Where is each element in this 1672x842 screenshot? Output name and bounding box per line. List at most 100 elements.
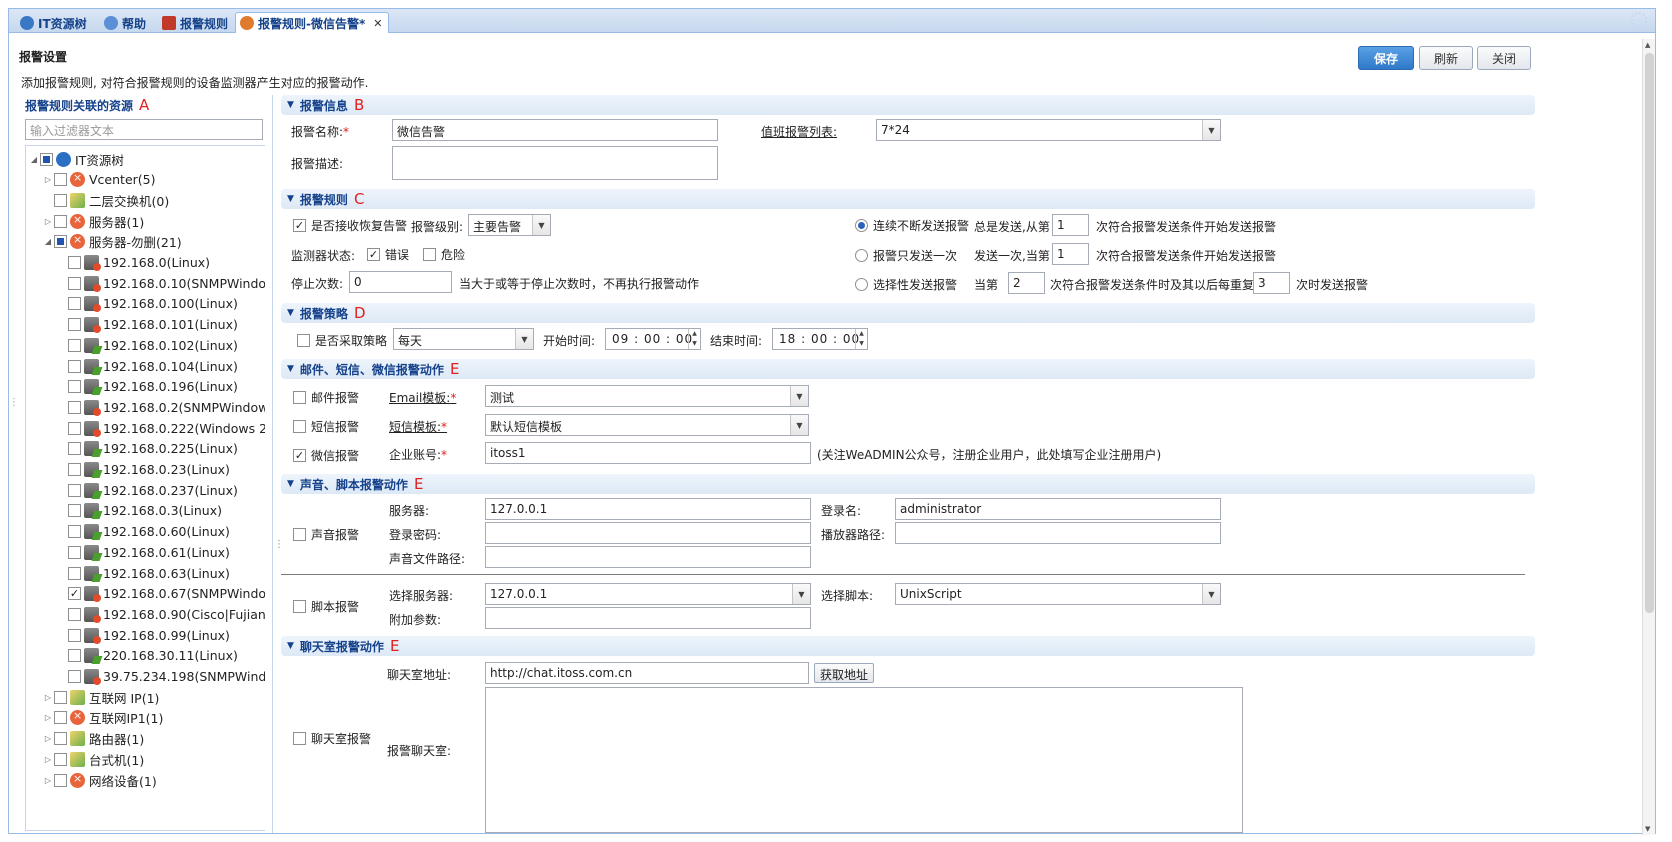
collapsed-triangle-icon[interactable]: ▷ [42, 175, 54, 184]
tree-checkbox[interactable] [68, 276, 81, 290]
sms-template-select[interactable]: 默认短信模板 ▼ [485, 414, 809, 436]
tree-checkbox[interactable] [40, 152, 53, 166]
tree-node[interactable]: 二层交换机(0) [42, 190, 169, 210]
radio-continuous[interactable]: 连续不断发送报警 [855, 217, 969, 234]
tree-checkbox[interactable] [68, 421, 81, 435]
tab-alarm-rules[interactable]: 报警规则 [157, 12, 235, 33]
tree-checkbox[interactable] [68, 256, 81, 269]
tree-node[interactable]: ▷ 台式机(1) [42, 749, 144, 769]
section-sound-script-actions[interactable]: ▼ 声音、脚本报警动作 E [281, 474, 1535, 494]
danger-state-checkbox[interactable]: 危险 [423, 246, 465, 263]
radio-selective[interactable]: 选择性发送报警 [855, 276, 957, 293]
use-strategy-checkbox[interactable]: 是否采取策略 [297, 332, 387, 349]
sound-file-input[interactable] [485, 546, 811, 568]
tree-checkbox[interactable] [54, 173, 67, 187]
tree-checkbox[interactable] [68, 649, 81, 663]
chevron-down-icon[interactable]: ▼ [790, 415, 808, 435]
tree-node[interactable]: ▷ 网络设备(1) [42, 770, 157, 790]
corp-account-input[interactable]: itoss1 [485, 442, 811, 464]
tree-checkbox[interactable] [54, 193, 67, 207]
tree-node[interactable]: ▷ 服务器(1) [42, 211, 144, 231]
login-name-input[interactable]: administrator [895, 498, 1221, 520]
spinner-arrows-icon[interactable]: ▲ ▼ [855, 329, 867, 349]
tree-node[interactable]: ▷ Vcenter(5) [42, 170, 155, 190]
tree-node[interactable]: 192.168.0.23(Linux) [56, 460, 230, 480]
tree-node[interactable]: 192.168.0.104(Linux) [56, 356, 238, 376]
expanded-triangle-icon[interactable]: ◢ [28, 155, 40, 164]
tree-node[interactable]: 192.168.0.225(Linux) [56, 439, 238, 459]
recover-alarm-checkbox[interactable]: ✓ 是否接收恢复告警 [293, 217, 407, 234]
selective-repeat-input[interactable]: 3 [1253, 272, 1290, 294]
select-server-select[interactable]: 127.0.0.1 ▼ [485, 583, 811, 605]
tree-node[interactable]: ◢ 服务器-勿删(21) [42, 232, 182, 252]
tree-checkbox[interactable] [68, 670, 81, 683]
close-tab-icon[interactable]: ✕ [373, 17, 382, 30]
chevron-down-icon[interactable]: ▼ [792, 584, 810, 604]
player-path-input[interactable] [895, 522, 1221, 544]
extra-params-input[interactable] [485, 607, 811, 629]
tree-node[interactable]: 192.168.0.90(Cisco|Fujian [56, 604, 265, 624]
tree-checkbox[interactable] [54, 732, 67, 746]
sound-server-input[interactable]: 127.0.0.1 [485, 498, 811, 520]
email-alarm-checkbox[interactable]: 邮件报警 [293, 389, 359, 406]
tree-checkbox[interactable] [54, 235, 67, 249]
tree-node[interactable]: 192.168.0.61(Linux) [56, 542, 230, 562]
tree-node[interactable]: 192.168.0.63(Linux) [56, 563, 230, 583]
tree-checkbox[interactable] [54, 711, 67, 725]
save-button[interactable]: 保存 [1358, 46, 1414, 70]
collapsed-triangle-icon[interactable]: ▷ [42, 755, 54, 764]
collapsed-triangle-icon[interactable]: ▷ [42, 217, 54, 226]
section-alarm-info[interactable]: ▼ 报警信息 B [281, 95, 1535, 115]
alarm-desc-textarea[interactable] [392, 146, 718, 180]
tree-checkbox[interactable] [68, 400, 81, 414]
tree-checkbox[interactable] [68, 338, 81, 352]
alarm-level-select[interactable]: 主要告警 ▼ [468, 214, 551, 236]
collapsed-triangle-icon[interactable]: ▷ [42, 776, 54, 785]
vertical-scrollbar[interactable]: ▲ ▼ [1642, 39, 1655, 835]
tree-checkbox[interactable] [68, 545, 81, 559]
scrollbar-thumb[interactable] [1645, 53, 1654, 613]
duty-list-label[interactable]: 值班报警列表: [761, 123, 837, 140]
selective-count-input[interactable]: 2 [1008, 272, 1045, 294]
section-alarm-strategy[interactable]: ▼ 报警策略 D [281, 303, 1535, 323]
tab-it-resource-tree[interactable]: IT资源树 [15, 12, 94, 33]
tree-node[interactable]: 192.168.0.2(SNMPWindows [56, 397, 265, 417]
scroll-up-icon[interactable]: ▲ [1645, 41, 1650, 49]
tree-node[interactable]: 192.168.0.10(SNMPWindow [56, 273, 265, 293]
sms-template-label[interactable]: 短信模板:* [389, 418, 447, 435]
radio-once[interactable]: 报警只发送一次 [855, 247, 957, 264]
tree-node[interactable]: 192.168.0.237(Linux) [56, 480, 238, 500]
start-time-spinner[interactable]: 09 : 00 : 00 ▲ ▼ [605, 328, 701, 350]
section-message-actions[interactable]: ▼ 邮件、短信、微信报警动作 E [281, 359, 1535, 379]
chevron-down-icon[interactable]: ▼ [1202, 120, 1220, 140]
tree-node[interactable]: 192.168.0.99(Linux) [56, 625, 230, 645]
tree-node[interactable]: 39.75.234.198(SNMPWindo [56, 667, 265, 687]
once-count-input[interactable]: 1 [1052, 243, 1089, 265]
chevron-down-icon[interactable]: ▼ [1202, 584, 1220, 604]
close-button[interactable]: 关闭 [1477, 46, 1531, 70]
duty-list-select[interactable]: 7*24 ▼ [876, 119, 1221, 141]
tree-node[interactable]: 192.168.0.102(Linux) [56, 335, 238, 355]
gear-icon[interactable] [1631, 12, 1647, 28]
collapsed-triangle-icon[interactable]: ▷ [42, 693, 54, 702]
alarm-chatroom-list[interactable] [485, 687, 1243, 833]
filter-input[interactable]: 输入过滤器文本 [25, 119, 263, 140]
tree-checkbox[interactable] [68, 607, 81, 621]
tree-node[interactable]: 192.168.0.60(Linux) [56, 522, 230, 542]
tree-node[interactable]: 192.168.0(Linux) [56, 253, 210, 273]
login-password-input[interactable] [485, 522, 811, 544]
chatroom-address-input[interactable]: http://chat.itoss.com.cn [485, 662, 809, 684]
tree-checkbox[interactable] [54, 773, 67, 787]
tree-node[interactable]: ◢ IT资源树 [28, 149, 124, 169]
tree-node[interactable]: ▷ 路由器(1) [42, 729, 144, 749]
tree-node[interactable]: 192.168.0.100(Linux) [56, 294, 238, 314]
stop-count-input[interactable]: 0 [349, 271, 452, 293]
tree-checkbox[interactable] [54, 690, 67, 704]
error-state-checkbox[interactable]: ✓ 错误 [367, 246, 409, 263]
tree-node[interactable]: 192.168.0.101(Linux) [56, 315, 238, 335]
alarm-name-input[interactable]: 微信告警 [392, 119, 718, 141]
section-chatroom-actions[interactable]: ▼ 聊天室报警动作 E [281, 636, 1535, 656]
tree-node[interactable]: ▷ 互联网IP1(1) [42, 708, 163, 728]
script-alarm-checkbox[interactable]: 脚本报警 [293, 598, 359, 615]
chevron-down-icon[interactable]: ▼ [790, 386, 808, 406]
